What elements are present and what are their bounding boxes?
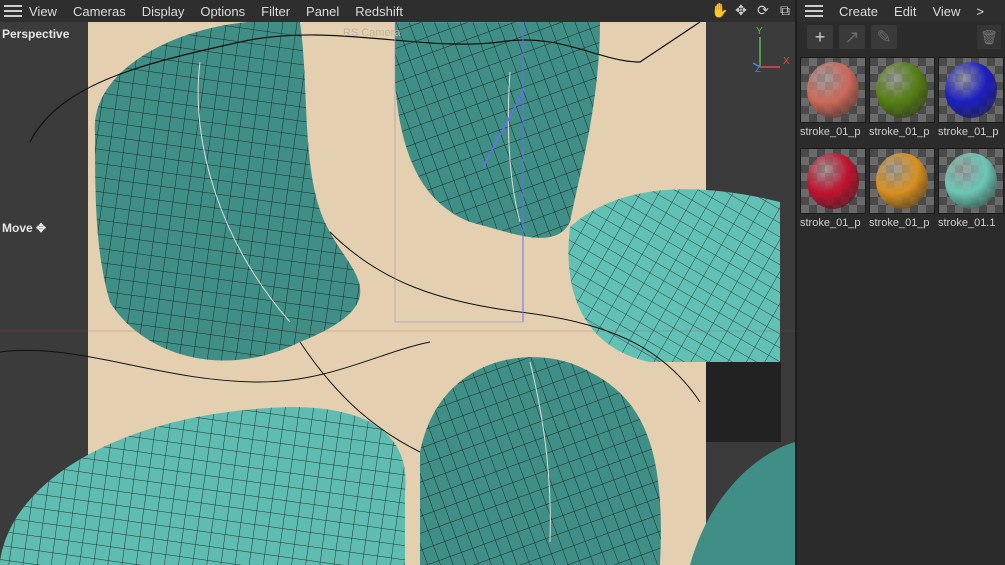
maximize-view-icon[interactable]: ⧉ (777, 2, 793, 18)
material-thumbnail (869, 57, 935, 123)
dolly-arrows-icon[interactable]: ✥ (733, 2, 749, 18)
material-toolbar: + ↗ ✎ 🗑 (797, 22, 1005, 52)
material-name: stroke_01_p (800, 217, 861, 229)
material-manager: Create Edit View > + ↗ ✎ 🗑 stroke_01_p s… (797, 0, 1005, 565)
material-sphere (945, 153, 997, 209)
scene-render (0, 22, 795, 565)
axis-y-label: Y (756, 26, 763, 37)
material-grid: stroke_01_p stroke_01_p stroke_01_p stro… (800, 57, 1004, 229)
camera-label: RS Camera (343, 27, 401, 39)
menu-panel[interactable]: Panel (306, 4, 339, 19)
material-sphere (807, 153, 859, 209)
material-sphere (876, 153, 928, 209)
more-menu-chevron[interactable]: > (976, 4, 984, 19)
add-material-icon[interactable]: + (807, 25, 833, 49)
material-thumbnail (800, 57, 866, 123)
menu-cameras[interactable]: Cameras (73, 4, 126, 19)
axis-x-label: X (783, 56, 790, 67)
material-name: stroke_01_p (938, 126, 999, 138)
menu-edit[interactable]: Edit (894, 4, 916, 19)
material-item[interactable]: stroke_01_p (800, 57, 866, 138)
material-item[interactable]: stroke_01_p (869, 57, 935, 138)
menu-redshift[interactable]: Redshift (355, 4, 403, 19)
material-thumbnail (800, 148, 866, 214)
material-name: stroke_01_p (800, 126, 861, 138)
move-icon: ✥ (36, 221, 47, 235)
apply-material-icon[interactable]: ↗ (839, 25, 865, 49)
viewport-name[interactable]: Perspective (2, 27, 69, 41)
rotate-view-icon[interactable]: ⟳ (755, 2, 771, 18)
menu-create[interactable]: Create (839, 4, 878, 19)
axis-z-label: Z (755, 64, 762, 75)
material-item[interactable]: stroke_01_p (800, 148, 866, 229)
menu-options[interactable]: Options (200, 4, 245, 19)
material-sphere (945, 62, 997, 118)
pan-hand-icon[interactable]: ✋ (711, 2, 728, 18)
material-name: stroke_01.1 (938, 217, 996, 229)
material-item[interactable]: stroke_01.1 (938, 148, 1004, 229)
menu-display[interactable]: Display (142, 4, 185, 19)
material-item[interactable]: stroke_01_p (938, 57, 1004, 138)
eyedropper-icon[interactable]: ✎ (871, 25, 897, 49)
viewport-menubar: View Cameras Display Options Filter Pane… (0, 0, 797, 22)
material-sphere (807, 62, 859, 118)
menu-view[interactable]: View (932, 4, 960, 19)
tool-name: Move (2, 221, 33, 235)
material-item[interactable]: stroke_01_p (869, 148, 935, 229)
3d-viewport[interactable]: Perspective RS Camera Move ✥ Y X Z (0, 22, 795, 565)
hamburger-menu-icon[interactable] (805, 5, 823, 17)
material-thumbnail (938, 148, 1004, 214)
material-name: stroke_01_p (869, 126, 930, 138)
menu-filter[interactable]: Filter (261, 4, 290, 19)
material-thumbnail (869, 148, 935, 214)
move-tool-label[interactable]: Move ✥ (2, 221, 46, 235)
trash-icon[interactable]: 🗑 (977, 25, 1001, 49)
hamburger-menu-icon[interactable] (4, 5, 22, 17)
menu-view[interactable]: View (29, 4, 57, 19)
material-name: stroke_01_p (869, 217, 930, 229)
material-menubar: Create Edit View > (797, 0, 1005, 22)
material-sphere (876, 62, 928, 118)
material-thumbnail (938, 57, 1004, 123)
